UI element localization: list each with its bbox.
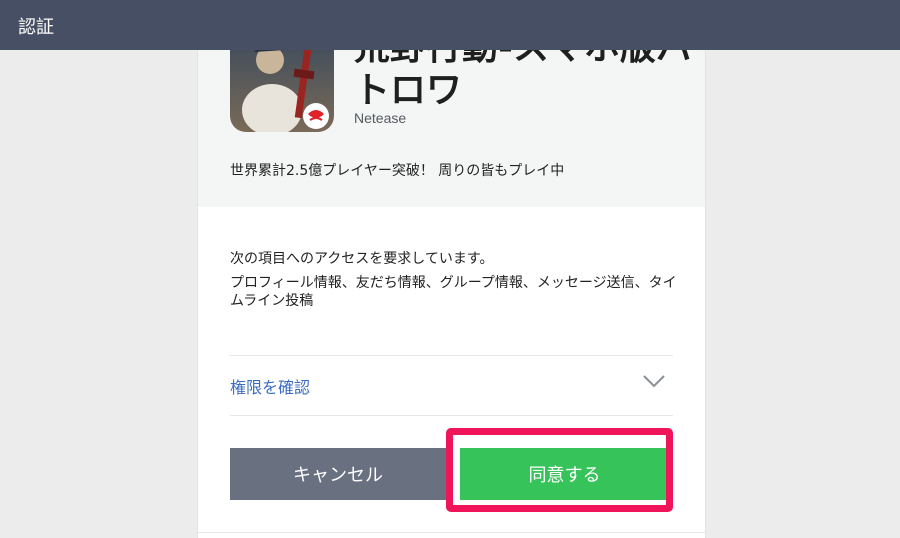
permission-request-title: 次の項目へのアクセスを要求しています。: [230, 251, 494, 267]
developer-name: Netease: [354, 110, 407, 126]
agree-button[interactable]: 同意する: [460, 448, 669, 500]
app-name-line2: トロワ: [354, 70, 463, 111]
page-title: 認証: [18, 17, 54, 38]
permission-list: プロフィール情報、友だち情報、グループ情報、メッセージ送信、タイムライン投稿: [230, 275, 677, 309]
cancel-button[interactable]: キャンセル: [230, 448, 446, 500]
confirm-permissions-label: 権限を確認: [230, 378, 311, 397]
confirm-permissions-toggle[interactable]: 権限を確認: [230, 356, 673, 414]
title-bar: 認証: [0, 0, 900, 50]
divider: [230, 415, 673, 416]
chevron-down-icon: [643, 375, 665, 388]
divider: [198, 532, 705, 533]
auth-card: 荒野行動-スマホ版バ トロワ Netease 世界累計2.5億プレイヤー突破！ …: [197, 0, 706, 538]
app-description: 世界累計2.5億プレイヤー突破！ 周りの皆もプレイ中: [230, 163, 565, 179]
